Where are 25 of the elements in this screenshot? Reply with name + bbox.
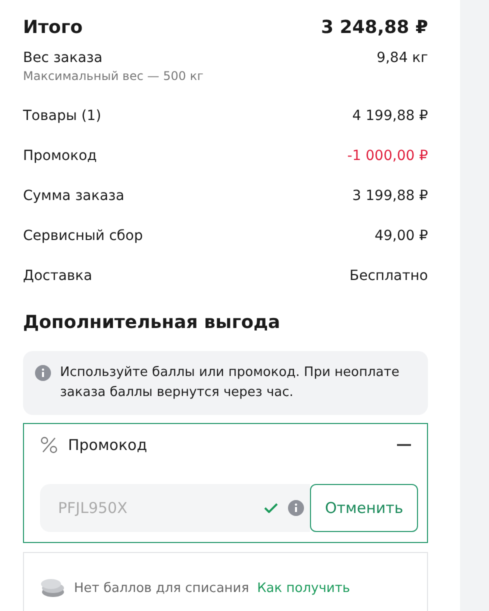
how-to-get-link[interactable]: Как получить bbox=[257, 580, 350, 596]
section-heading: Дополнительная выгода bbox=[23, 312, 282, 333]
row-value: 49,00 ₽ bbox=[374, 228, 428, 244]
row-label: Доставка bbox=[23, 268, 92, 284]
row-label: Сумма заказа bbox=[23, 188, 124, 204]
row-value: Бесплатно bbox=[350, 268, 428, 284]
row-note: Максимальный вес — 500 кг bbox=[23, 69, 204, 83]
row-label: Промокод bbox=[23, 148, 97, 164]
promo-title: Промокод bbox=[68, 436, 148, 454]
total-label: Итого bbox=[23, 16, 83, 38]
info-icon bbox=[35, 365, 51, 381]
coins-icon bbox=[40, 577, 66, 599]
info-icon[interactable] bbox=[288, 500, 304, 516]
row-value: 4 199,88 ₽ bbox=[352, 108, 428, 124]
points-text: Нет баллов для списания bbox=[74, 580, 250, 596]
row-value: 9,84 кг bbox=[376, 50, 428, 66]
row-label: Товары (1) bbox=[23, 108, 102, 124]
row-label: Сервисный сбор bbox=[23, 228, 143, 244]
row-label: Вес заказа bbox=[23, 50, 104, 66]
check-icon bbox=[264, 503, 278, 513]
percent-icon bbox=[40, 436, 58, 454]
row-value: -1 000,00 ₽ bbox=[347, 148, 428, 164]
total-value: 3 248,88 ₽ bbox=[320, 16, 428, 38]
row-value: 3 199,88 ₽ bbox=[352, 188, 428, 204]
info-text: Используйте баллы или промокод. При неоплате заказа баллы вернутся через час. bbox=[60, 364, 400, 402]
